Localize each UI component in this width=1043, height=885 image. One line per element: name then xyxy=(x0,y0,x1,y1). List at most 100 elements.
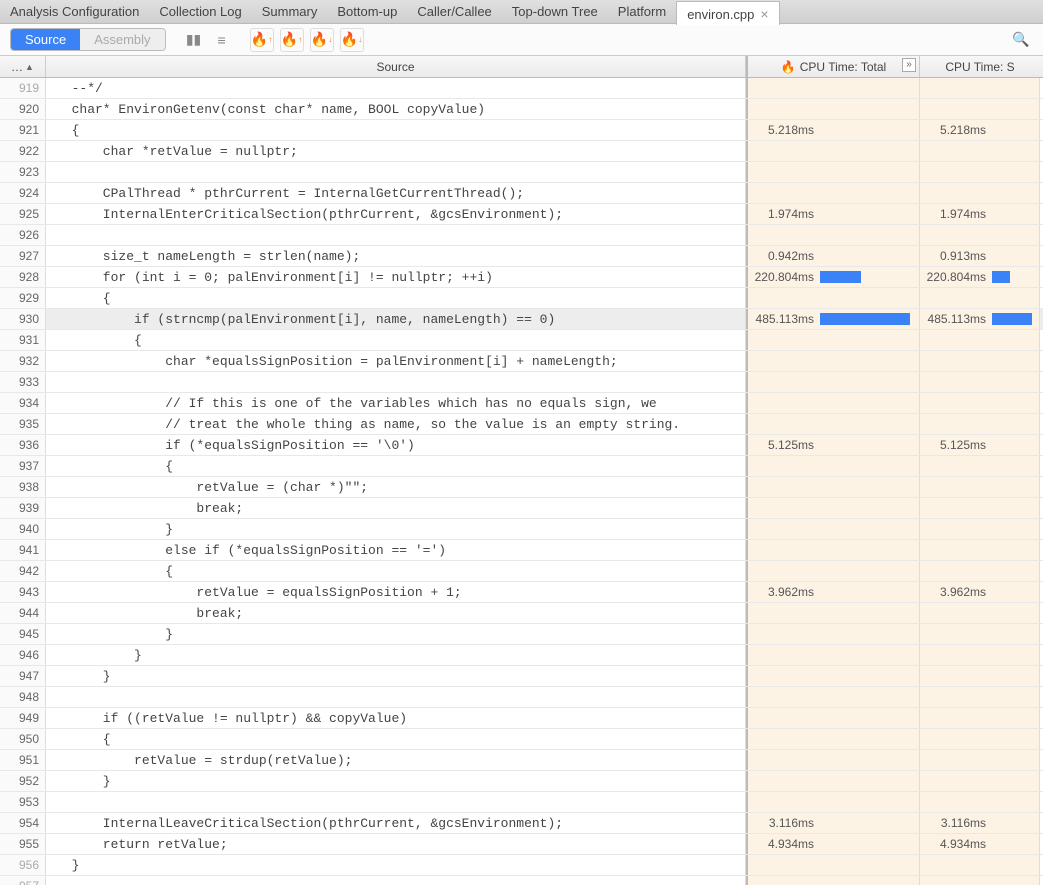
line-number: 930 xyxy=(0,309,46,329)
cpu-total-cell: 5.218ms xyxy=(748,120,920,140)
source-grid[interactable]: 919 --*/920 char* EnvironGetenv(const ch… xyxy=(0,78,1043,885)
source-row[interactable]: 938 retValue = (char *)""; xyxy=(0,477,1043,498)
cpu-self-cell xyxy=(920,729,1040,749)
source-text: } xyxy=(46,855,746,875)
tab-environ-cpp[interactable]: environ.cpp× xyxy=(676,1,779,25)
cpu-self-column-header[interactable]: CPU Time: S xyxy=(920,56,1040,77)
source-text: retValue = (char *)""; xyxy=(46,477,746,497)
flame-up2-icon[interactable]: 🔥↑ xyxy=(280,28,304,52)
line-number: 931 xyxy=(0,330,46,350)
source-row[interactable]: 944 break; xyxy=(0,603,1043,624)
source-row[interactable]: 934 // If this is one of the variables w… xyxy=(0,393,1043,414)
source-mode-button[interactable]: Source xyxy=(11,29,80,50)
source-row[interactable]: 947 } xyxy=(0,666,1043,687)
source-toolbar: Source Assembly ▮▮ ≡ 🔥↑ 🔥↑ 🔥↓ 🔥↓ 🔍 xyxy=(0,24,1043,56)
expand-column-icon[interactable]: » xyxy=(902,58,916,72)
source-row[interactable]: 954 InternalLeaveCriticalSection(pthrCur… xyxy=(0,813,1043,834)
source-row[interactable]: 957 xyxy=(0,876,1043,885)
source-row[interactable]: 940 } xyxy=(0,519,1043,540)
source-text: { xyxy=(46,120,746,140)
source-row[interactable]: 930 if (strncmp(palEnvironment[i], name,… xyxy=(0,309,1043,330)
line-number: 939 xyxy=(0,498,46,518)
cpu-total-cell xyxy=(748,225,920,245)
cpu-total-column-header[interactable]: 🔥 CPU Time: Total » xyxy=(748,56,920,77)
source-row[interactable]: 951 retValue = strdup(retValue); xyxy=(0,750,1043,771)
source-row[interactable]: 924 CPalThread * pthrCurrent = InternalG… xyxy=(0,183,1043,204)
line-column-header[interactable]: …▲ xyxy=(0,56,46,77)
cpu-self-cell: 5.125ms xyxy=(920,435,1040,455)
source-row[interactable]: 920 char* EnvironGetenv(const char* name… xyxy=(0,99,1043,120)
source-row[interactable]: 931 { xyxy=(0,330,1043,351)
source-row[interactable]: 939 break; xyxy=(0,498,1043,519)
source-row[interactable]: 948 xyxy=(0,687,1043,708)
source-row[interactable]: 952 } xyxy=(0,771,1043,792)
source-row[interactable]: 922 char *retValue = nullptr; xyxy=(0,141,1043,162)
source-row[interactable]: 925 InternalEnterCriticalSection(pthrCur… xyxy=(0,204,1043,225)
source-row[interactable]: 956 } xyxy=(0,855,1043,876)
cpu-self-cell xyxy=(920,603,1040,623)
flame-down2-icon[interactable]: 🔥↓ xyxy=(340,28,364,52)
line-number: 926 xyxy=(0,225,46,245)
source-row[interactable]: 950 { xyxy=(0,729,1043,750)
source-row[interactable]: 933 xyxy=(0,372,1043,393)
cpu-self-cell: 5.218ms xyxy=(920,120,1040,140)
line-number: 954 xyxy=(0,813,46,833)
line-number: 938 xyxy=(0,477,46,497)
cpu-total-cell xyxy=(748,855,920,875)
source-row[interactable]: 935 // treat the whole thing as name, so… xyxy=(0,414,1043,435)
source-row[interactable]: 941 else if (*equalsSignPosition == '=') xyxy=(0,540,1043,561)
close-tab-icon[interactable]: × xyxy=(760,6,768,22)
source-row[interactable]: 955 return retValue;4.934ms4.934ms xyxy=(0,834,1043,855)
source-text: else if (*equalsSignPosition == '=') xyxy=(46,540,746,560)
cpu-self-cell xyxy=(920,561,1040,581)
source-row[interactable]: 937 { xyxy=(0,456,1043,477)
tab-bottom-up[interactable]: Bottom-up xyxy=(327,0,407,24)
source-text: if ((retValue != nullptr) && copyValue) xyxy=(46,708,746,728)
cpu-total-cell: 4.934ms xyxy=(748,834,920,854)
tab-caller-callee[interactable]: Caller/Callee xyxy=(407,0,501,24)
source-row[interactable]: 926 xyxy=(0,225,1043,246)
tab-analysis-configuration[interactable]: Analysis Configuration xyxy=(0,0,149,24)
source-row[interactable]: 942 { xyxy=(0,561,1043,582)
tab-collection-log[interactable]: Collection Log xyxy=(149,0,251,24)
source-text: retValue = equalsSignPosition + 1; xyxy=(46,582,746,602)
source-row[interactable]: 949 if ((retValue != nullptr) && copyVal… xyxy=(0,708,1043,729)
source-column-header[interactable]: Source xyxy=(46,56,746,77)
cpu-self-cell xyxy=(920,225,1040,245)
source-row[interactable]: 946 } xyxy=(0,645,1043,666)
line-number: 949 xyxy=(0,708,46,728)
source-row[interactable]: 928 for (int i = 0; palEnvironment[i] !=… xyxy=(0,267,1043,288)
source-row[interactable]: 953 xyxy=(0,792,1043,813)
cpu-total-cell xyxy=(748,456,920,476)
search-icon[interactable]: 🔍 xyxy=(1009,28,1033,52)
line-number: 957 xyxy=(0,876,46,885)
tab-platform[interactable]: Platform xyxy=(608,0,676,24)
flame-down-icon[interactable]: 🔥↓ xyxy=(310,28,334,52)
tab-top-down-tree[interactable]: Top-down Tree xyxy=(502,0,608,24)
cpu-total-cell xyxy=(748,645,920,665)
source-row[interactable]: 932 char *equalsSignPosition = palEnviro… xyxy=(0,351,1043,372)
cpu-bar xyxy=(820,271,861,283)
list-icon[interactable]: ≡ xyxy=(210,28,234,52)
cpu-bar xyxy=(992,313,1032,325)
line-number: 948 xyxy=(0,687,46,707)
assembly-mode-button[interactable]: Assembly xyxy=(80,29,164,50)
source-row[interactable]: 945 } xyxy=(0,624,1043,645)
cpu-self-cell xyxy=(920,456,1040,476)
cpu-total-cell xyxy=(748,687,920,707)
source-row[interactable]: 929 { xyxy=(0,288,1043,309)
line-number: 945 xyxy=(0,624,46,644)
source-text: char *retValue = nullptr; xyxy=(46,141,746,161)
line-number: 940 xyxy=(0,519,46,539)
source-row[interactable]: 919 --*/ xyxy=(0,78,1043,99)
tab-summary[interactable]: Summary xyxy=(252,0,328,24)
source-row[interactable]: 921 {5.218ms5.218ms xyxy=(0,120,1043,141)
source-row[interactable]: 923 xyxy=(0,162,1043,183)
cpu-self-cell xyxy=(920,351,1040,371)
source-row[interactable]: 927 size_t nameLength = strlen(name);0.9… xyxy=(0,246,1043,267)
source-row[interactable]: 943 retValue = equalsSignPosition + 1;3.… xyxy=(0,582,1043,603)
pause-icon[interactable]: ▮▮ xyxy=(182,28,206,52)
flame-up-icon[interactable]: 🔥↑ xyxy=(250,28,274,52)
source-row[interactable]: 936 if (*equalsSignPosition == '\0')5.12… xyxy=(0,435,1043,456)
cpu-total-cell: 220.804ms xyxy=(748,267,920,287)
